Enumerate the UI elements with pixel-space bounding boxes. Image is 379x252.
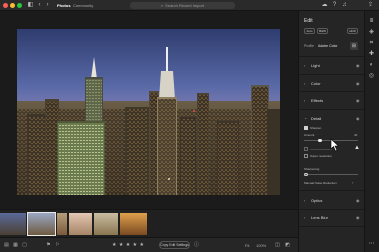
search-input[interactable]: ⌕ Search Recent Import xyxy=(130,2,235,9)
amount-value[interactable]: 40 xyxy=(354,133,357,137)
fit-button[interactable]: Fit xyxy=(245,242,249,249)
sharpening-label: Sharpening xyxy=(304,167,320,171)
divider xyxy=(299,74,364,75)
auto-button[interactable]: Auto xyxy=(304,28,315,34)
sharpening-slider[interactable] xyxy=(304,174,358,175)
profile-dropdown[interactable]: Adobe Color xyxy=(318,44,337,48)
search-placeholder: Search Recent Import xyxy=(165,3,205,8)
bottom-toolbar: ▤ ▦ ▢ ⚑ ⚐ ★ ★ ★ ★ ★ Copy Edit Settings ⓘ… xyxy=(0,237,298,252)
amount-label: Amount xyxy=(304,133,315,137)
tab-community[interactable]: Community xyxy=(73,2,93,9)
eye-icon[interactable]: ◉ xyxy=(356,81,360,86)
section-light[interactable]: Light xyxy=(311,63,320,68)
detail-option-checkbox[interactable] xyxy=(304,147,308,151)
chevron-down-icon[interactable]: ⌄ xyxy=(304,115,307,120)
eye-icon[interactable]: ◉ xyxy=(356,198,360,203)
filmstrip-thumbnail-selected[interactable] xyxy=(27,212,56,236)
title-bar: ◧ ‹ › Photos Community ⌕ Search Recent Im… xyxy=(0,0,379,11)
masking-icon[interactable]: ◐ xyxy=(367,61,376,69)
compare-icon[interactable]: ◫ xyxy=(274,242,281,249)
filmstrip-toggle-icon[interactable]: ▤ xyxy=(3,242,10,249)
eye-icon[interactable]: ◉ xyxy=(356,98,360,103)
section-optics[interactable]: Optics xyxy=(311,198,322,203)
super-resolution-checkbox[interactable] xyxy=(304,154,308,158)
chevron-right-icon[interactable]: › xyxy=(304,63,305,68)
chevron-right-icon[interactable]: › xyxy=(304,215,305,220)
amount-slider-knob[interactable] xyxy=(318,138,322,142)
zoom-window-icon[interactable] xyxy=(17,3,22,8)
cloud-icon[interactable]: ☁ xyxy=(321,2,328,9)
filmstrip-thumbnail[interactable] xyxy=(0,213,26,235)
zoom-level[interactable]: 100% xyxy=(256,242,266,249)
star-rating[interactable]: ★ ★ ★ ★ ★ xyxy=(112,242,144,249)
profile-label: Profile xyxy=(304,44,314,48)
section-effects[interactable]: Effects xyxy=(311,98,323,103)
chevron-left-icon[interactable]: ‹ xyxy=(36,2,43,9)
section-lens-blur[interactable]: Lens Blur xyxy=(311,215,328,220)
crop-icon[interactable]: ⌗ xyxy=(367,39,376,47)
flag-reject-icon[interactable]: ⚐ xyxy=(54,242,61,249)
before-after-icon[interactable]: ◩ xyxy=(284,242,291,249)
help-icon[interactable]: ? xyxy=(331,2,338,9)
copy-edit-settings-button[interactable]: Copy Edit Settings xyxy=(159,241,190,249)
divider xyxy=(299,56,364,57)
detail-option-bar xyxy=(310,149,332,150)
eye-icon[interactable]: ◉ xyxy=(356,116,360,121)
super-resolution-label: Super resolution xyxy=(310,154,332,158)
hdr-button[interactable]: HDR xyxy=(347,28,358,34)
filmstrip xyxy=(0,209,298,237)
eye-icon[interactable]: ◉ xyxy=(356,215,360,220)
bell-icon[interactable]: ♫ xyxy=(341,2,348,9)
divider xyxy=(299,109,364,110)
panel-title: Edit xyxy=(304,18,313,24)
divider xyxy=(299,226,364,227)
search-icon: ⌕ xyxy=(160,3,164,8)
sharpening-slider-knob[interactable] xyxy=(304,172,308,176)
city-skyline-image xyxy=(17,29,280,195)
flag-pick-icon[interactable]: ⚑ xyxy=(45,242,52,249)
bw-button[interactable]: B&W xyxy=(317,28,328,34)
profile-browser-icon[interactable]: ⊞ xyxy=(350,42,358,50)
chevron-right-icon[interactable]: › xyxy=(44,2,51,9)
divider xyxy=(299,190,364,191)
sharpen-checkbox[interactable] xyxy=(304,126,308,130)
section-color[interactable]: Color xyxy=(311,81,321,86)
divider xyxy=(299,209,364,210)
chevron-right-icon[interactable]: › xyxy=(352,180,353,185)
healing-icon[interactable]: ✚ xyxy=(367,50,376,58)
sidebar-toggle-icon[interactable]: ◧ xyxy=(27,2,34,9)
sliders-icon[interactable]: ≡ xyxy=(367,17,376,25)
eye-icon[interactable]: ◎ xyxy=(367,72,376,80)
tab-photos[interactable]: Photos xyxy=(57,2,71,9)
share-icon[interactable]: ⇪ xyxy=(367,2,374,9)
info-icon[interactable]: ⓘ xyxy=(193,242,200,249)
eye-icon[interactable]: ◉ xyxy=(356,63,360,68)
sharpen-label: Sharpen xyxy=(310,126,322,130)
divider xyxy=(299,91,364,92)
minimize-window-icon[interactable] xyxy=(10,3,15,8)
filmstrip-thumbnail[interactable] xyxy=(69,213,92,235)
filmstrip-thumbnail[interactable] xyxy=(57,213,67,235)
section-detail[interactable]: Detail xyxy=(311,116,321,121)
chevron-right-icon[interactable]: › xyxy=(304,98,305,103)
single-view-icon[interactable]: ▢ xyxy=(21,242,28,249)
warning-icon: ▲ xyxy=(354,145,360,151)
more-icon[interactable]: ⋯ xyxy=(367,240,376,248)
grid-icon[interactable]: ▦ xyxy=(12,242,19,249)
filmstrip-thumbnail[interactable] xyxy=(120,213,147,235)
main-photo[interactable] xyxy=(17,29,280,195)
close-window-icon[interactable] xyxy=(3,3,8,8)
mouse-cursor-icon xyxy=(330,138,340,152)
noise-reduction-label: Manual Noise Reduction xyxy=(304,181,337,185)
filmstrip-thumbnail[interactable] xyxy=(94,213,118,235)
presets-icon[interactable]: ◈ xyxy=(367,28,376,36)
chevron-right-icon[interactable]: › xyxy=(304,81,305,86)
chevron-right-icon[interactable]: › xyxy=(304,198,305,203)
right-toolbar xyxy=(364,11,379,252)
